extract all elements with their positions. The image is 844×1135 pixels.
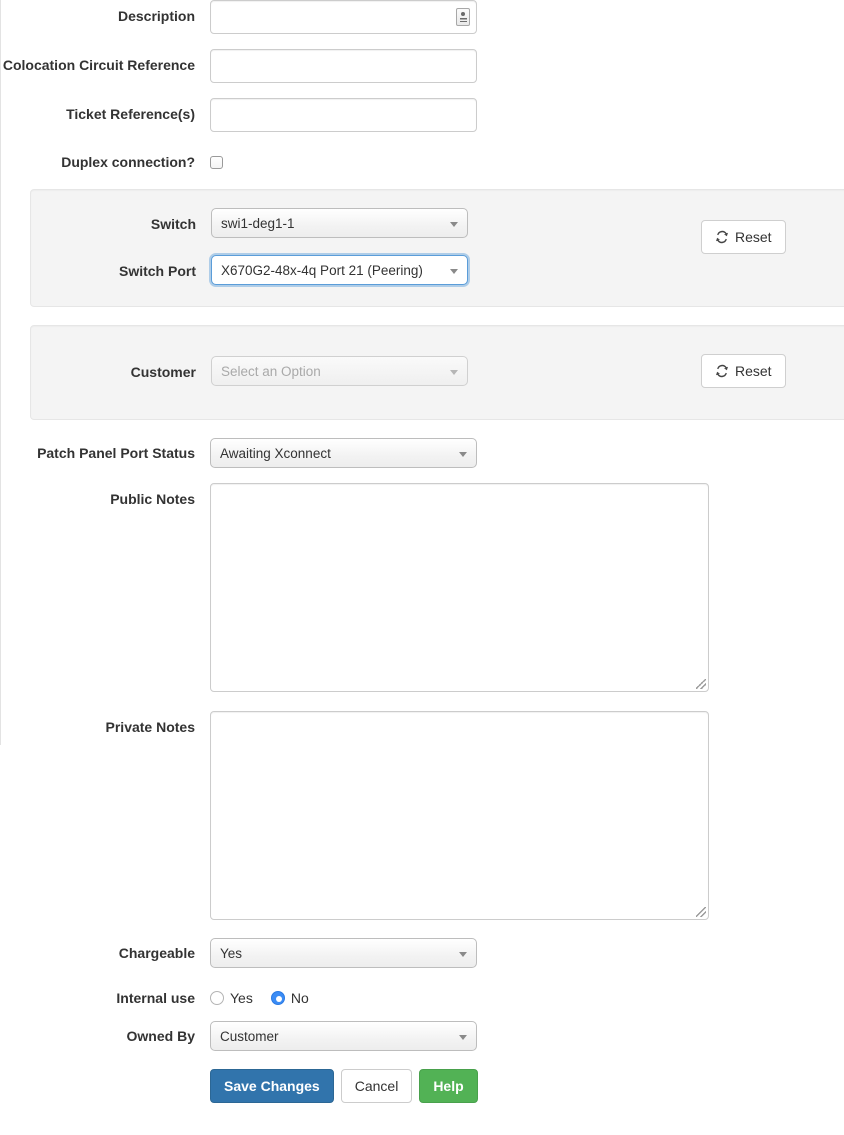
field-row-ticket-references: Ticket Reference(s) (0, 98, 844, 132)
owned-by-select[interactable]: Customer (210, 1020, 477, 1051)
control-ticket-references (210, 98, 844, 132)
cancel-button[interactable]: Cancel (340, 1068, 413, 1103)
control-chargeable: Yes (210, 937, 844, 971)
customer-panel-reset-button[interactable]: Reset (701, 353, 786, 388)
label-patch-panel-port-status: Patch Panel Port Status (37, 444, 195, 461)
field-row-description: Description (0, 0, 844, 34)
field-row-owned-by: Owned By Customer (0, 1020, 844, 1054)
internal-use-radio-group: Yes No (210, 984, 844, 1006)
control-description (210, 0, 844, 34)
control-patch-panel-port-status: Awaiting Xconnect (210, 437, 844, 471)
field-row-public-notes: Public Notes (0, 482, 844, 692)
private-notes-textarea[interactable] (210, 710, 709, 920)
customer-panel-reset-label: Reset (735, 362, 772, 379)
refresh-icon (716, 230, 728, 244)
chargeable-select[interactable]: Yes (210, 937, 477, 968)
switch-select[interactable]: swi1-deg1-1 (211, 207, 468, 238)
customer-panel-fields: Customer Select an Option (31, 355, 468, 389)
field-row-customer: Customer Select an Option (31, 355, 468, 389)
field-row-actions: Save Changes Cancel Help (0, 1067, 844, 1103)
description-input-wrap (210, 0, 477, 34)
internal-use-label-no: No (290, 989, 309, 1006)
label-ticket-references: Ticket Reference(s) (66, 106, 195, 122)
actions-label-spacer (0, 1067, 210, 1074)
ticket-references-input[interactable] (210, 98, 477, 132)
internal-use-radio-no[interactable] (270, 990, 285, 1005)
label-owned-by: Owned By (126, 1027, 195, 1044)
refresh-icon (716, 364, 728, 378)
help-button[interactable]: Help (419, 1068, 478, 1103)
switch-panel-reset-slot: Reset (701, 219, 786, 254)
private-notes-resize-handle[interactable] (696, 906, 706, 917)
label-customer: Customer (130, 363, 196, 380)
internal-use-label-yes: Yes (230, 989, 253, 1006)
field-row-patch-panel-port-status: Patch Panel Port Status Awaiting Xconnec… (0, 437, 844, 471)
switch-panel: Switch swi1-deg1-1 Switch Port X670G2-48… (30, 188, 844, 307)
switch-panel-reset-button[interactable]: Reset (701, 219, 786, 254)
customer-panel-reset-slot: Reset (701, 353, 786, 388)
label-description: Description (117, 8, 195, 24)
description-input[interactable] (210, 0, 477, 34)
form-actions: Save Changes Cancel Help (210, 1067, 844, 1103)
control-actions: Save Changes Cancel Help (210, 1067, 844, 1103)
duplex-connection-checkbox[interactable] (210, 156, 223, 169)
save-changes-button[interactable]: Save Changes (210, 1068, 334, 1103)
field-row-colocation-circuit-reference: Colocation Circuit Reference (0, 49, 844, 83)
label-internal-use: Internal use (116, 989, 195, 1006)
colocation-circuit-reference-input[interactable] (210, 49, 477, 83)
field-row-internal-use: Internal use Yes No (0, 984, 844, 1009)
label-public-notes: Public Notes (110, 490, 195, 507)
field-row-switch: Switch swi1-deg1-1 (31, 207, 468, 241)
public-notes-textarea[interactable] (210, 482, 709, 692)
autofill-card-icon[interactable] (456, 8, 470, 26)
control-switch-port: X670G2-48x-4q Port 21 (Peering) (211, 254, 468, 288)
field-row-chargeable: Chargeable Yes (0, 937, 844, 971)
label-colocation-circuit-reference: Colocation Circuit Reference (2, 57, 195, 73)
switch-panel-fields: Switch swi1-deg1-1 Switch Port X670G2-48… (31, 207, 468, 288)
patch-panel-port-form: Description Colocation Circuit Reference… (0, 0, 844, 1103)
control-internal-use: Yes No (210, 984, 844, 1006)
label-chargeable: Chargeable (118, 944, 195, 961)
control-duplex-connection (210, 147, 844, 169)
switch-panel-reset-label: Reset (735, 228, 772, 245)
internal-use-radio-yes[interactable] (210, 990, 224, 1005)
label-switch: Switch (150, 215, 196, 232)
patch-panel-port-status-select[interactable]: Awaiting Xconnect (210, 437, 477, 468)
label-duplex-connection: Duplex connection? (61, 154, 195, 170)
field-row-private-notes: Private Notes (0, 710, 844, 920)
label-switch-port: Switch Port (118, 262, 196, 279)
public-notes-resize-handle[interactable] (696, 678, 706, 689)
field-row-duplex-connection: Duplex connection? (0, 147, 844, 173)
field-row-switch-port: Switch Port X670G2-48x-4q Port 21 (Peeri… (31, 254, 468, 288)
customer-panel: Customer Select an Option Reset (30, 324, 844, 420)
control-switch: swi1-deg1-1 (211, 207, 468, 241)
switch-port-select[interactable]: X670G2-48x-4q Port 21 (Peering) (211, 254, 468, 285)
control-customer: Select an Option (211, 355, 468, 389)
control-owned-by: Customer (210, 1020, 844, 1054)
control-public-notes (210, 482, 844, 692)
label-private-notes: Private Notes (105, 718, 195, 735)
control-private-notes (210, 710, 844, 920)
customer-select[interactable]: Select an Option (211, 355, 468, 386)
control-colocation-circuit-reference (210, 49, 844, 83)
